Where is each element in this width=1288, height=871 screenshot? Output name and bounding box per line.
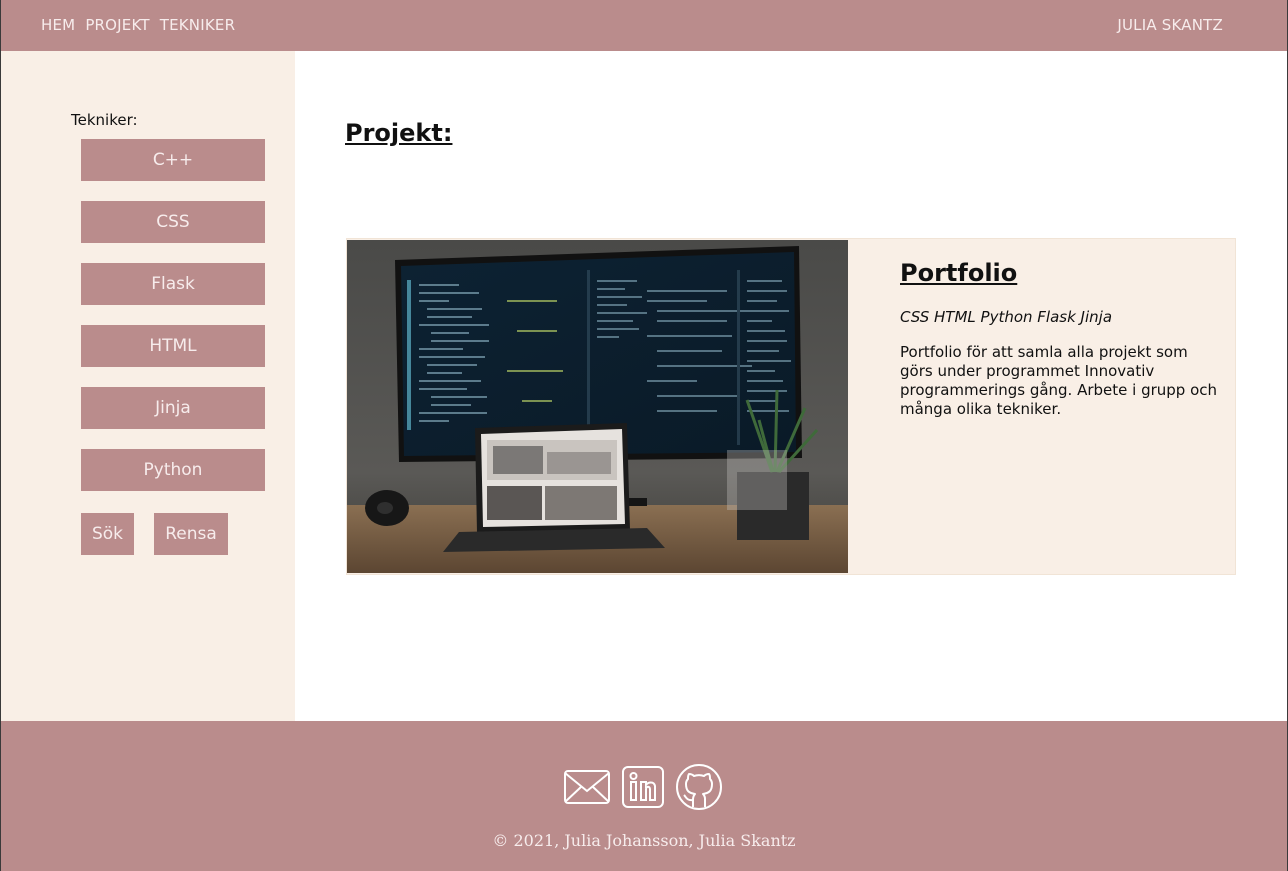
project-description: Portfolio för att samla alla projekt som… (900, 343, 1218, 418)
project-title[interactable]: Portfolio (900, 259, 1017, 287)
nav-link-tekniker[interactable]: TEKNIKER (160, 16, 235, 34)
copyright-text: © 2021, Julia Johansson, Julia Skantz (492, 831, 796, 850)
footer-icons (563, 763, 723, 811)
sidebar-title: Tekniker: (71, 111, 138, 129)
tech-button-cpp[interactable]: C++ (81, 139, 265, 181)
page: HEM PROJEKT TEKNIKER JULIA SKANTZ Teknik… (1, 0, 1287, 871)
nav-link-projekt[interactable]: PROJEKT (85, 16, 149, 34)
nav-links: HEM PROJEKT TEKNIKER (41, 16, 235, 34)
mail-icon[interactable] (563, 769, 611, 805)
page-title: Projekt: (345, 119, 453, 147)
nav-link-hem[interactable]: HEM (41, 16, 75, 34)
tech-button-jinja[interactable]: Jinja (81, 387, 265, 429)
project-image (347, 240, 848, 573)
tech-button-python[interactable]: Python (81, 449, 265, 491)
clear-button[interactable]: Rensa (154, 513, 228, 555)
tech-button-html[interactable]: HTML (81, 325, 265, 367)
top-nav: HEM PROJEKT TEKNIKER JULIA SKANTZ (1, 0, 1287, 51)
tech-button-css[interactable]: CSS (81, 201, 265, 243)
laptop-monitor-illustration (347, 240, 848, 573)
nav-user-link[interactable]: JULIA SKANTZ (1117, 16, 1223, 34)
github-icon[interactable] (675, 763, 723, 811)
footer: © 2021, Julia Johansson, Julia Skantz (1, 721, 1287, 871)
search-button[interactable]: Sök (81, 513, 134, 555)
sidebar: Tekniker: C++ CSS Flask HTML Jinja Pytho… (1, 51, 295, 721)
tech-button-flask[interactable]: Flask (81, 263, 265, 305)
project-card: Portfolio CSS HTML Python Flask Jinja Po… (346, 238, 1236, 575)
linkedin-icon[interactable] (621, 765, 665, 809)
project-tags: CSS HTML Python Flask Jinja (900, 308, 1113, 326)
